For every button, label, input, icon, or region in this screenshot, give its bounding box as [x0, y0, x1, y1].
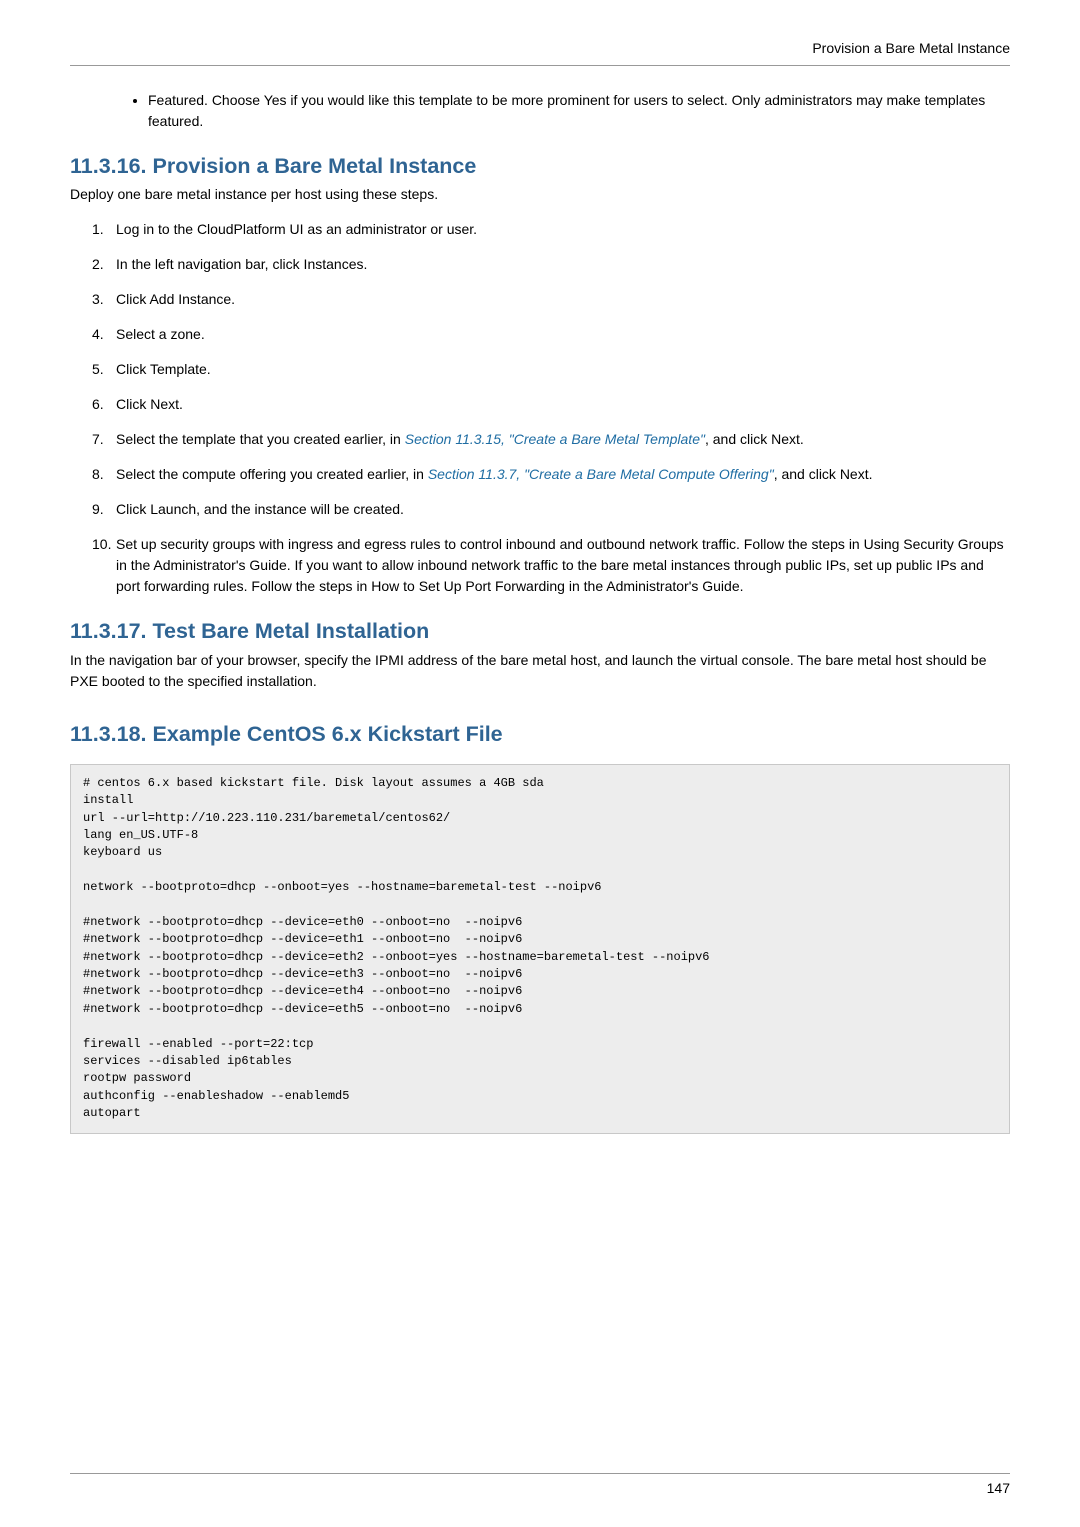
section-body-test: In the navigation bar of your browser, s… [70, 650, 1010, 692]
section-heading-provision: 11.3.16. Provision a Bare Metal Instance [70, 150, 1010, 182]
featured-bullet-item: Featured. Choose Yes if you would like t… [148, 90, 1010, 132]
step-7-text-after: , and click Next. [705, 431, 804, 447]
step-4: Select a zone. [92, 324, 1010, 345]
running-header-text: Provision a Bare Metal Instance [812, 38, 1010, 59]
page-number: 147 [987, 1480, 1010, 1496]
step-5: Click Template. [92, 359, 1010, 380]
section-number: 11.3.18. [70, 722, 147, 746]
section-title: Example CentOS 6.x Kickstart File [153, 722, 503, 746]
step-8-text-after: , and click Next. [774, 466, 873, 482]
link-section-11-3-7[interactable]: Section 11.3.7, "Create a Bare Metal Com… [428, 466, 774, 482]
step-7: Select the template that you created ear… [92, 429, 1010, 450]
step-6: Click Next. [92, 394, 1010, 415]
section-title: Provision a Bare Metal Instance [153, 154, 477, 178]
step-10: Set up security groups with ingress and … [92, 534, 1010, 597]
page: Provision a Bare Metal Instance Featured… [0, 0, 1080, 1527]
featured-bullet-list: Featured. Choose Yes if you would like t… [70, 90, 1010, 132]
section-intro-provision: Deploy one bare metal instance per host … [70, 184, 1010, 205]
link-section-11-3-15[interactable]: Section 11.3.15, "Create a Bare Metal Te… [405, 431, 705, 447]
page-footer: 147 [70, 1473, 1010, 1499]
step-8-text-before: Select the compute offering you created … [116, 466, 428, 482]
step-9: Click Launch, and the instance will be c… [92, 499, 1010, 520]
running-header: Provision a Bare Metal Instance [70, 38, 1010, 59]
step-2: In the left navigation bar, click Instan… [92, 254, 1010, 275]
step-1: Log in to the CloudPlatform UI as an adm… [92, 219, 1010, 240]
header-rule [70, 65, 1010, 66]
step-8: Select the compute offering you created … [92, 464, 1010, 485]
section-number: 11.3.16. [70, 154, 147, 178]
section-number: 11.3.17. [70, 619, 147, 643]
step-7-text-before: Select the template that you created ear… [116, 431, 405, 447]
section-heading-kickstart: 11.3.18. Example CentOS 6.x Kickstart Fi… [70, 718, 1010, 750]
kickstart-code-block: # centos 6.x based kickstart file. Disk … [70, 764, 1010, 1134]
step-3: Click Add Instance. [92, 289, 1010, 310]
provision-steps-list: Log in to the CloudPlatform UI as an adm… [70, 219, 1010, 597]
section-title: Test Bare Metal Installation [153, 619, 430, 643]
section-heading-test: 11.3.17. Test Bare Metal Installation [70, 615, 1010, 647]
